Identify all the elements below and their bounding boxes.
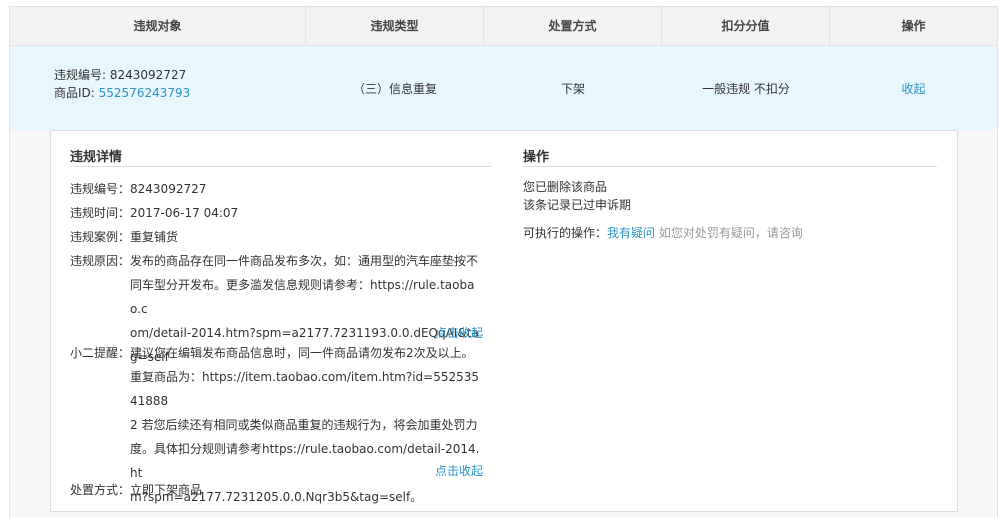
operation-available: 可执行的操作：我有疑问 如您对处罚有疑问，请咨询 [523,224,803,242]
detail-reason-label: 违规原因： [70,254,131,268]
reason-collapse-link[interactable]: 点击收起 [435,324,483,341]
reason-line: 同车型分开发布。更多滥发信息规则请参考：https://rule.taobao.… [130,278,475,316]
tip-line: 建议您在编辑发布商品信息时，同一件商品请勿发布2次及以上。 [130,346,474,360]
detail-time-label: 违规时间： [70,206,131,220]
header-score: 扣分分值 [662,7,830,45]
detail-violation-case: 违规案例：重复铺货 [70,225,178,249]
detail-disposal: 处置方式：立即下架商品 [70,478,202,502]
detail-no-value: 8243092727 [130,182,207,196]
detail-case-value: 重复铺货 [130,230,179,244]
header-disposal: 处置方式 [484,7,662,45]
score-cell: 一般违规 不扣分 [702,81,790,96]
operation-cell: 收起 [830,46,997,130]
tip-line: 重复商品为：https://item.taobao.com/item.htm?i… [130,370,480,408]
violation-object-cell: 违规编号: 8243092727 商品ID: 552576243793 [54,66,190,102]
operation-divider [523,166,937,167]
violation-table: 违规对象 违规类型 处置方式 扣分分值 操作 违规编号: 8243092727 … [9,6,998,517]
detail-tip-label: 小二提醒： [70,346,131,360]
detail-violation-time: 违规时间：2017-06-17 04:07 [70,201,238,225]
violation-no-value: 8243092727 [109,68,187,82]
doubt-link[interactable]: 我有疑问 [607,226,655,240]
detail-no-label: 违规编号： [70,182,131,196]
operation-status-deleted: 您已删除该商品 [523,180,608,194]
tip-line: 2 若您后续还有相同或类似商品重复的违规行为，将会加重处罚力 [130,418,478,432]
operation-title: 操作 [523,150,550,165]
collapse-row-link[interactable]: 收起 [901,80,925,97]
tip-collapse-link[interactable]: 点击收起 [435,462,483,479]
reason-line: 发布的商品存在同一件商品发布多次，如：通用型的汽车座垫按不 [130,254,479,268]
operation-status-expired: 该条记录已过申诉期 [523,198,632,212]
violation-type-cell: （三）信息重复 [352,81,437,96]
detail-disposal-value: 立即下架商品 [130,483,203,497]
product-id-link[interactable]: 552576243793 [99,86,191,100]
violation-no-label: 违规编号: [54,68,110,82]
detail-title: 违规详情 [70,150,123,165]
detail-violation-no: 违规编号：8243092727 [70,177,206,201]
operation-available-label: 可执行的操作： [523,226,608,240]
detail-time-value: 2017-06-17 04:07 [130,206,239,220]
detail-divider [70,166,492,167]
disposal-cell: 下架 [560,81,585,96]
header-operation: 操作 [901,19,926,33]
detail-panel: 违规详情 违规编号：8243092727 违规时间：2017-06-17 04:… [50,130,958,512]
product-id-line: 商品ID: 552576243793 [54,84,190,102]
table-header: 违规对象 违规类型 处置方式 扣分分值 操作 [10,7,997,46]
header-violation-object: 违规对象 [10,7,306,45]
detail-disposal-label: 处置方式： [70,483,131,497]
product-id-label: 商品ID: [54,86,99,100]
detail-case-label: 违规案例： [70,230,131,244]
violation-no-line: 违规编号: 8243092727 [54,66,190,84]
header-violation-type: 违规类型 [306,7,484,45]
operation-hint: 如您对处罚有疑问，请咨询 [655,226,803,240]
